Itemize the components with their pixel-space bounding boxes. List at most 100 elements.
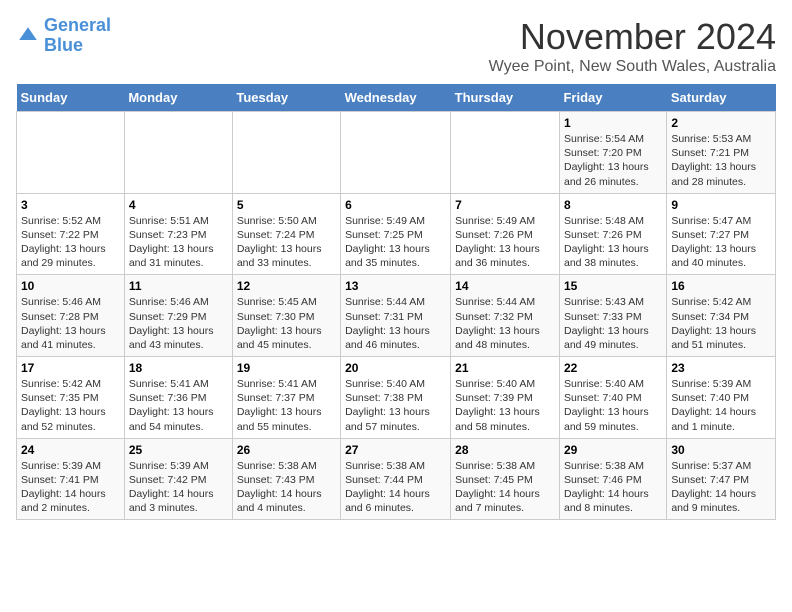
logo: General Blue <box>16 16 111 56</box>
day-cell: 5 Sunrise: 5:50 AMSunset: 7:24 PMDaylight… <box>232 193 340 275</box>
day-info: Sunrise: 5:43 AMSunset: 7:33 PMDaylight:… <box>564 295 662 352</box>
day-number: 19 <box>237 361 336 375</box>
day-cell: 14 Sunrise: 5:44 AMSunset: 7:32 PMDayligh… <box>451 275 560 357</box>
day-cell: 4 Sunrise: 5:51 AMSunset: 7:23 PMDaylight… <box>124 193 232 275</box>
day-info: Sunrise: 5:38 AMSunset: 7:44 PMDaylight:… <box>345 459 446 516</box>
day-cell: 13 Sunrise: 5:44 AMSunset: 7:31 PMDayligh… <box>341 275 451 357</box>
day-cell: 21 Sunrise: 5:40 AMSunset: 7:39 PMDayligh… <box>451 357 560 439</box>
day-number: 28 <box>455 443 555 457</box>
day-info: Sunrise: 5:49 AMSunset: 7:26 PMDaylight:… <box>455 214 555 271</box>
week-row-2: 3 Sunrise: 5:52 AMSunset: 7:22 PMDaylight… <box>17 193 776 275</box>
day-number: 18 <box>129 361 228 375</box>
header: General Blue November 2024 Wyee Point, N… <box>16 16 776 76</box>
day-cell: 18 Sunrise: 5:41 AMSunset: 7:36 PMDayligh… <box>124 357 232 439</box>
header-row: SundayMondayTuesdayWednesdayThursdayFrid… <box>17 84 776 112</box>
day-info: Sunrise: 5:54 AMSunset: 7:20 PMDaylight:… <box>564 132 662 189</box>
day-cell: 2 Sunrise: 5:53 AMSunset: 7:21 PMDaylight… <box>667 112 776 194</box>
day-info: Sunrise: 5:51 AMSunset: 7:23 PMDaylight:… <box>129 214 228 271</box>
day-number: 22 <box>564 361 662 375</box>
day-cell: 20Sunrise: 5:40 AMSunset: 7:38 PMDayligh… <box>341 357 451 439</box>
subtitle: Wyee Point, New South Wales, Australia <box>489 58 776 76</box>
col-header-sunday: Sunday <box>17 84 125 112</box>
day-cell: 8Sunrise: 5:48 AMSunset: 7:26 PMDaylight… <box>559 193 666 275</box>
week-row-3: 10 Sunrise: 5:46 AMSunset: 7:28 PMDayligh… <box>17 275 776 357</box>
day-number: 12 <box>237 279 336 293</box>
col-header-monday: Monday <box>124 84 232 112</box>
day-number: 16 <box>671 279 771 293</box>
col-header-saturday: Saturday <box>667 84 776 112</box>
day-cell: 16 Sunrise: 5:42 AMSunset: 7:34 PMDayligh… <box>667 275 776 357</box>
day-cell <box>17 112 125 194</box>
day-number: 15 <box>564 279 662 293</box>
day-number: 24 <box>21 443 120 457</box>
day-info: Sunrise: 5:50 AMSunset: 7:24 PMDaylight:… <box>237 214 336 271</box>
day-cell <box>124 112 232 194</box>
day-info: Sunrise: 5:40 AMSunset: 7:40 PMDaylight:… <box>564 377 662 434</box>
day-cell: 27 Sunrise: 5:38 AMSunset: 7:44 PMDayligh… <box>341 438 451 520</box>
day-cell: 3 Sunrise: 5:52 AMSunset: 7:22 PMDaylight… <box>17 193 125 275</box>
day-cell: 17 Sunrise: 5:42 AMSunset: 7:35 PMDayligh… <box>17 357 125 439</box>
day-cell: 25Sunrise: 5:39 AMSunset: 7:42 PMDayligh… <box>124 438 232 520</box>
day-cell: 1Sunrise: 5:54 AMSunset: 7:20 PMDaylight… <box>559 112 666 194</box>
day-info: Sunrise: 5:42 AMSunset: 7:34 PMDaylight:… <box>671 295 771 352</box>
day-number: 26 <box>237 443 336 457</box>
day-cell: 22 Sunrise: 5:40 AMSunset: 7:40 PMDayligh… <box>559 357 666 439</box>
day-info: Sunrise: 5:49 AMSunset: 7:25 PMDaylight:… <box>345 214 446 271</box>
day-cell: 19 Sunrise: 5:41 AMSunset: 7:37 PMDayligh… <box>232 357 340 439</box>
day-number: 14 <box>455 279 555 293</box>
day-number: 2 <box>671 116 771 130</box>
day-info: Sunrise: 5:37 AMSunset: 7:47 PMDaylight:… <box>671 459 771 516</box>
day-info: Sunrise: 5:40 AMSunset: 7:39 PMDaylight:… <box>455 377 555 434</box>
day-number: 13 <box>345 279 446 293</box>
day-info: Sunrise: 5:38 AMSunset: 7:43 PMDaylight:… <box>237 459 336 516</box>
day-info: Sunrise: 5:38 AMSunset: 7:46 PMDaylight:… <box>564 459 662 516</box>
day-info: Sunrise: 5:38 AMSunset: 7:45 PMDaylight:… <box>455 459 555 516</box>
title-block: November 2024 Wyee Point, New South Wale… <box>489 16 776 76</box>
day-number: 27 <box>345 443 446 457</box>
col-header-wednesday: Wednesday <box>341 84 451 112</box>
day-number: 23 <box>671 361 771 375</box>
day-cell: 23 Sunrise: 5:39 AMSunset: 7:40 PMDayligh… <box>667 357 776 439</box>
day-number: 10 <box>21 279 120 293</box>
day-info: Sunrise: 5:52 AMSunset: 7:22 PMDaylight:… <box>21 214 120 271</box>
logo-icon <box>16 24 40 48</box>
day-info: Sunrise: 5:53 AMSunset: 7:21 PMDaylight:… <box>671 132 771 189</box>
day-number: 3 <box>21 198 120 212</box>
day-info: Sunrise: 5:46 AMSunset: 7:29 PMDaylight:… <box>129 295 228 352</box>
logo-line2: Blue <box>44 36 111 56</box>
day-number: 21 <box>455 361 555 375</box>
col-header-friday: Friday <box>559 84 666 112</box>
day-info: Sunrise: 5:44 AMSunset: 7:32 PMDaylight:… <box>455 295 555 352</box>
day-cell: 26 Sunrise: 5:38 AMSunset: 7:43 PMDayligh… <box>232 438 340 520</box>
day-number: 25 <box>129 443 228 457</box>
day-info: Sunrise: 5:39 AMSunset: 7:40 PMDaylight:… <box>671 377 771 434</box>
day-number: 17 <box>21 361 120 375</box>
day-info: Sunrise: 5:41 AMSunset: 7:36 PMDaylight:… <box>129 377 228 434</box>
week-row-1: 1Sunrise: 5:54 AMSunset: 7:20 PMDaylight… <box>17 112 776 194</box>
col-header-thursday: Thursday <box>451 84 560 112</box>
day-cell <box>341 112 451 194</box>
day-info: Sunrise: 5:39 AMSunset: 7:41 PMDaylight:… <box>21 459 120 516</box>
week-row-5: 24 Sunrise: 5:39 AMSunset: 7:41 PMDayligh… <box>17 438 776 520</box>
logo-line1: General <box>44 15 111 35</box>
day-cell: 12Sunrise: 5:45 AMSunset: 7:30 PMDayligh… <box>232 275 340 357</box>
day-cell: 10 Sunrise: 5:46 AMSunset: 7:28 PMDayligh… <box>17 275 125 357</box>
day-number: 11 <box>129 279 228 293</box>
day-number: 4 <box>129 198 228 212</box>
day-info: Sunrise: 5:46 AMSunset: 7:28 PMDaylight:… <box>21 295 120 352</box>
day-number: 30 <box>671 443 771 457</box>
col-header-tuesday: Tuesday <box>232 84 340 112</box>
day-number: 29 <box>564 443 662 457</box>
day-info: Sunrise: 5:47 AMSunset: 7:27 PMDaylight:… <box>671 214 771 271</box>
day-number: 20 <box>345 361 446 375</box>
day-cell: 15 Sunrise: 5:43 AMSunset: 7:33 PMDayligh… <box>559 275 666 357</box>
day-cell <box>232 112 340 194</box>
day-info: Sunrise: 5:48 AMSunset: 7:26 PMDaylight:… <box>564 214 662 271</box>
day-number: 9 <box>671 198 771 212</box>
day-cell: 30 Sunrise: 5:37 AMSunset: 7:47 PMDayligh… <box>667 438 776 520</box>
day-info: Sunrise: 5:42 AMSunset: 7:35 PMDaylight:… <box>21 377 120 434</box>
day-info: Sunrise: 5:41 AMSunset: 7:37 PMDaylight:… <box>237 377 336 434</box>
day-number: 5 <box>237 198 336 212</box>
main-title: November 2024 <box>489 16 776 58</box>
day-info: Sunrise: 5:44 AMSunset: 7:31 PMDaylight:… <box>345 295 446 352</box>
